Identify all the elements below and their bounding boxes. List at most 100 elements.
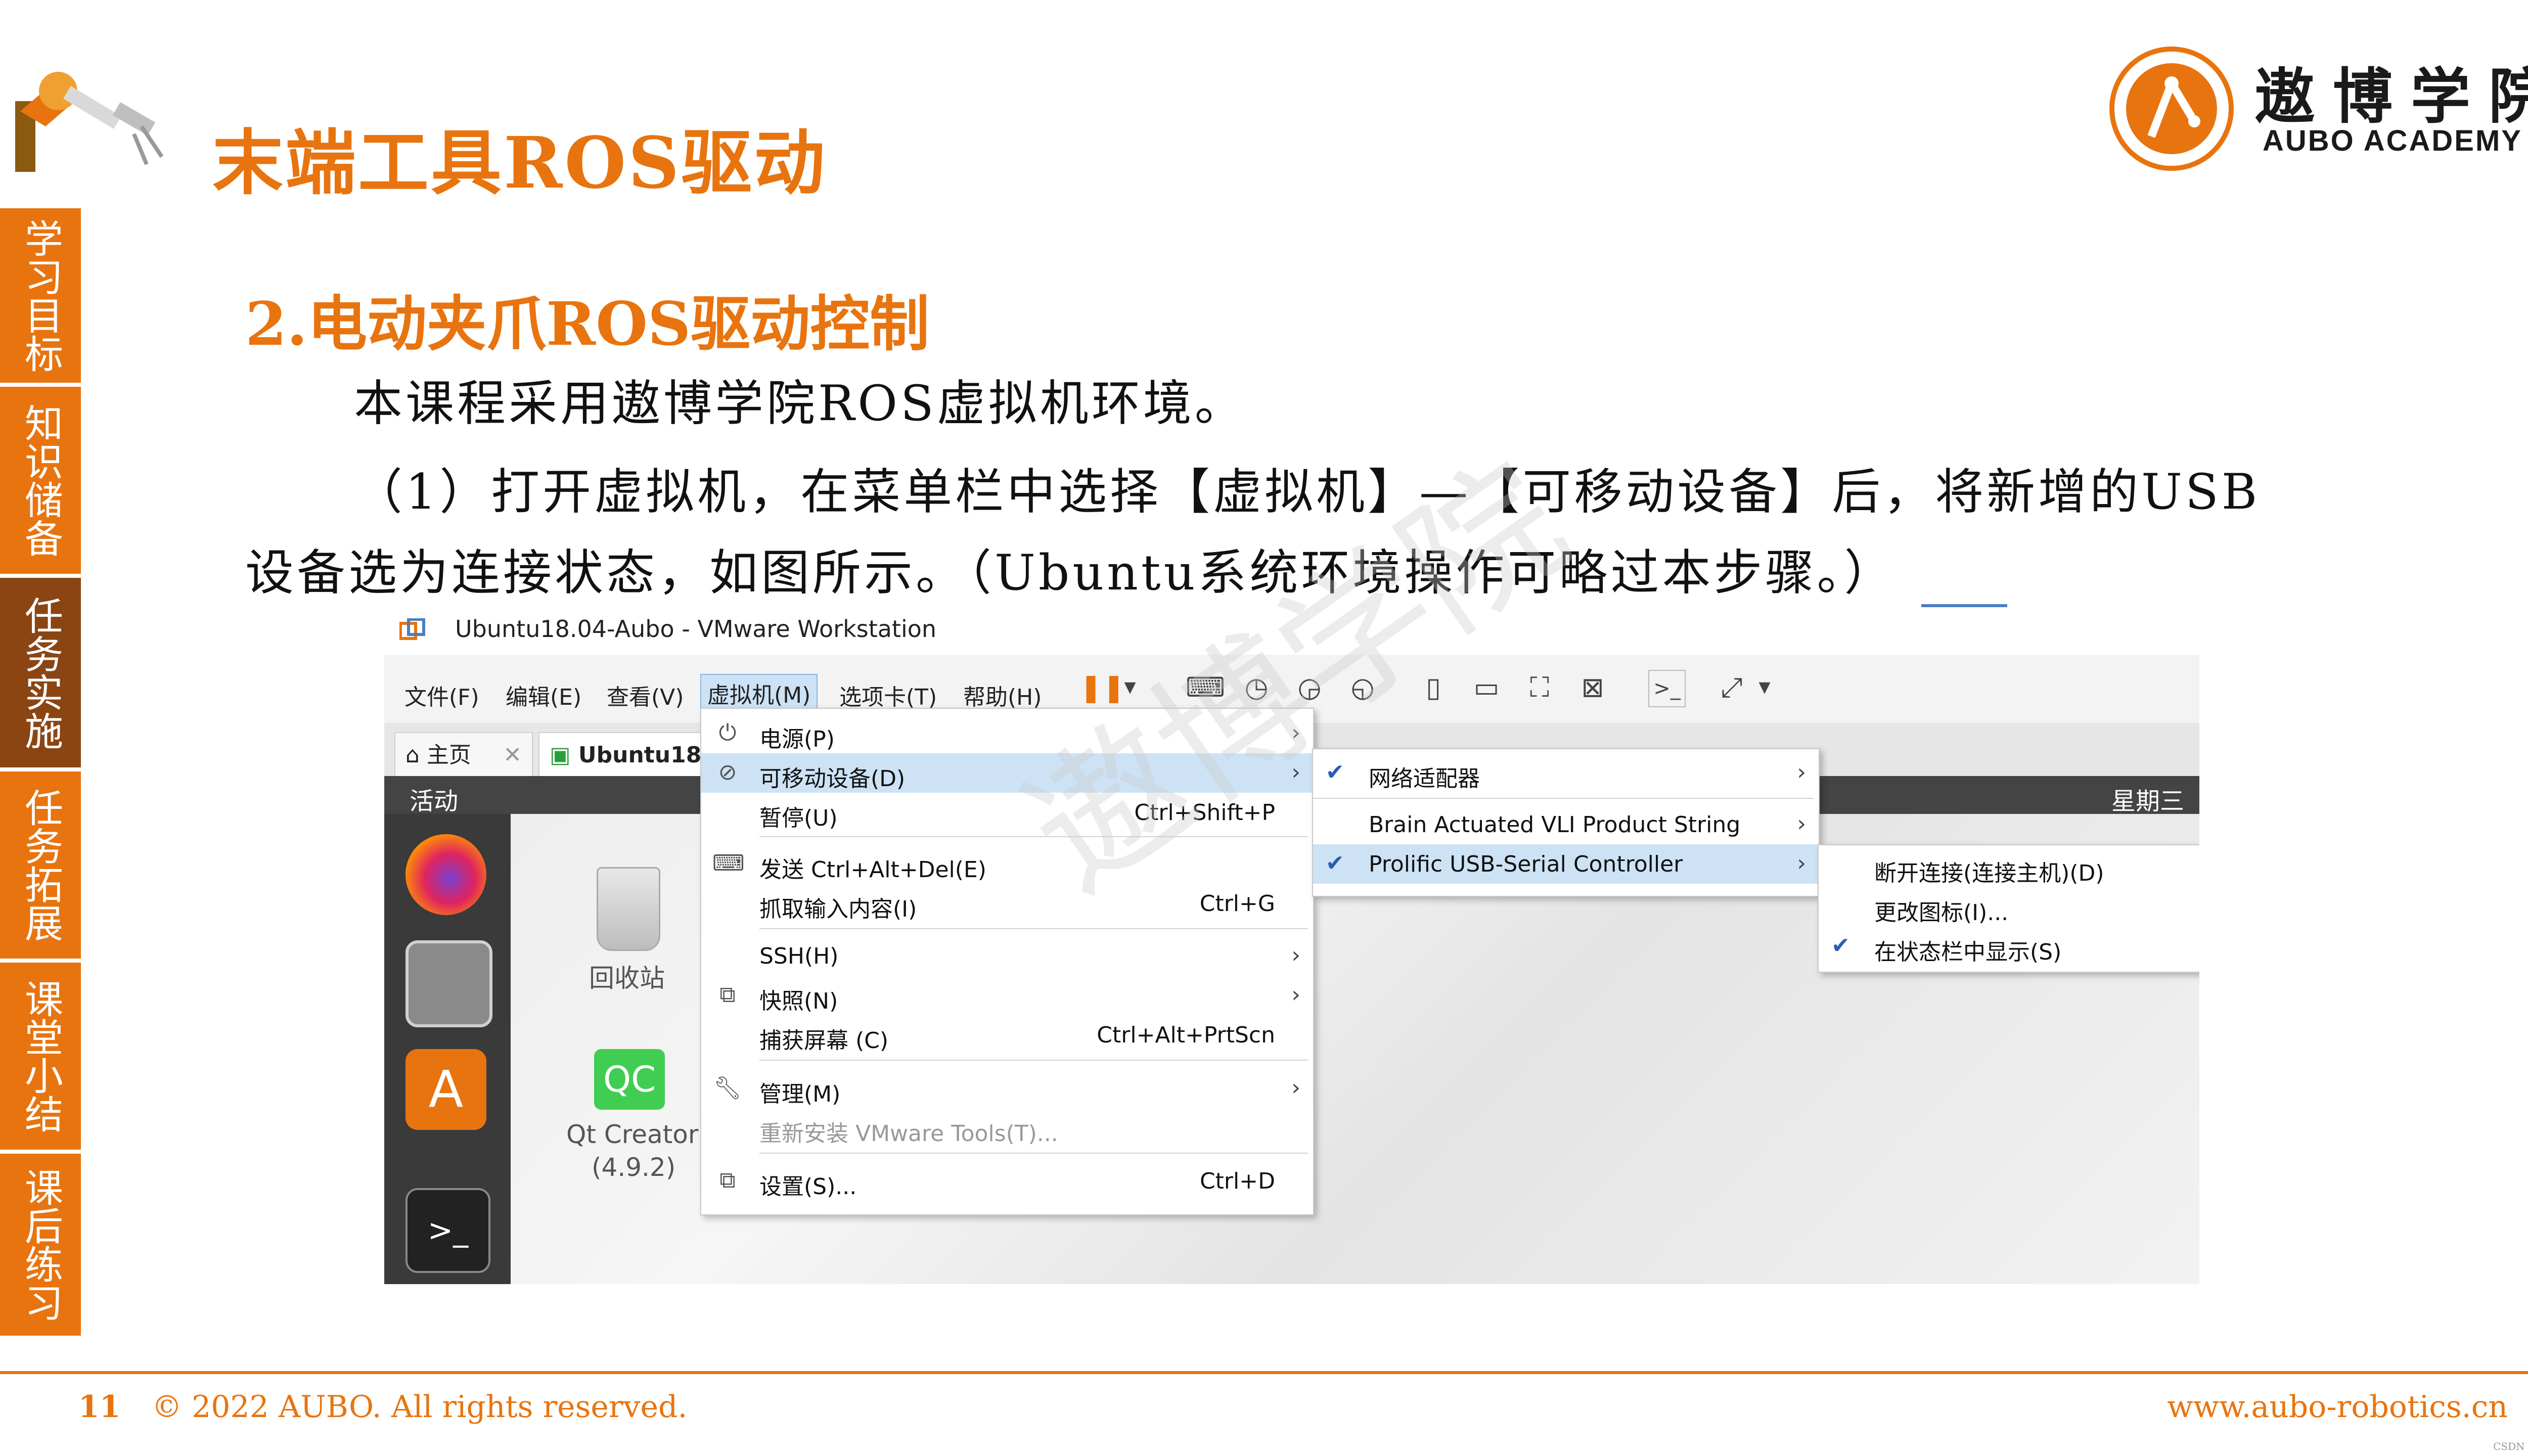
removable-devices-submenu: ✔ 网络适配器 › Brain Actuated VLI Product Str… (1312, 748, 1820, 897)
snapshot-icon: ⧉ (719, 982, 736, 1008)
menu-vm[interactable]: 虚拟机(M) (700, 674, 818, 712)
sidebar-item-learning-goals[interactable]: 学习目标 (0, 208, 81, 383)
qt-creator-label: Qt Creator (566, 1120, 699, 1149)
menu-item-label: SSH(H) (759, 943, 839, 969)
menu-item-grab-input[interactable]: 抓取输入内容(I) Ctrl+G (701, 884, 1313, 923)
chevron-down-icon[interactable]: ▼ (1747, 670, 1782, 705)
vm-window-title: Ubuntu18.04-Aubo - VMware Workstation (455, 615, 937, 643)
menu-item-reinstall-tools: 重新安装 VMware Tools(T)... (701, 1108, 1313, 1148)
console-view-icon[interactable]: >_ (1648, 670, 1686, 707)
window-accent-line (1921, 604, 2007, 607)
sidebar-item-task-implementation[interactable]: 任务实施 (0, 578, 81, 767)
menu-item-disconnect[interactable]: 断开连接(连接主机)(D) (1819, 848, 2199, 887)
chevron-right-icon: › (1797, 850, 1806, 876)
menu-item-label: 可移动设备(D) (759, 766, 906, 792)
trash-label: 回收站 (589, 964, 665, 993)
menu-file[interactable]: 文件(F) (404, 679, 479, 711)
section-sidebar: 学习目标 知识储备 任务实施 任务拓展 课堂小结 课后练习 (0, 208, 81, 1340)
device-submenu: 断开连接(连接主机)(D) 更改图标(I)... ✔ 在状态栏中显示(S) (1818, 844, 2199, 973)
menu-item-label: 发送 Ctrl+Alt+Del(E) (759, 857, 986, 883)
menu-item-show-in-statusbar[interactable]: ✔ 在状态栏中显示(S) (1819, 927, 2199, 966)
tab-ubuntu[interactable]: ▣ Ubuntu18. (538, 732, 710, 777)
menu-item-label: 管理(M) (759, 1081, 841, 1107)
menu-item-label: 电源(P) (759, 726, 835, 752)
menu-separator (759, 1060, 1308, 1061)
tab-home[interactable]: ⌂ 主页 ✕ (394, 732, 533, 777)
menu-item-label: 抓取输入内容(I) (759, 896, 917, 922)
close-icon[interactable]: ✕ (503, 733, 522, 777)
vmware-app-icon (399, 618, 425, 640)
menu-item-label: 网络适配器 (1369, 766, 1480, 792)
terminal-icon[interactable]: >_ (405, 1188, 490, 1273)
menu-item-label: 更改图标(I)... (1874, 900, 2009, 926)
menu-item-label: Prolific USB-Serial Controller (1369, 851, 1683, 877)
trash-icon[interactable] (597, 867, 660, 951)
footer-divider (0, 1371, 2528, 1374)
menu-item-brain-actuated[interactable]: Brain Actuated VLI Product String › (1313, 805, 1819, 844)
software-center-icon[interactable]: A (405, 1049, 486, 1130)
menu-item-prolific-usb-serial[interactable]: ✔ Prolific USB-Serial Controller › (1313, 844, 1819, 884)
qt-badge-text: QC (603, 1059, 656, 1100)
menu-view[interactable]: 查看(V) (607, 679, 684, 711)
menu-item-label: 设置(S)... (759, 1174, 857, 1200)
menu-item-label: 重新安装 VMware Tools(T)... (759, 1121, 1058, 1147)
sidebar-item-label: 学习目标 (18, 218, 63, 373)
removable-device-icon: ⊘ (718, 759, 737, 785)
menu-item-label: 快照(N) (759, 988, 838, 1014)
aubo-logo-emblem (2109, 47, 2234, 171)
vm-running-icon: ▣ (550, 742, 578, 768)
stretch-icon[interactable]: ⤢ (1714, 670, 1749, 705)
menu-item-label: Brain Actuated VLI Product String (1369, 812, 1741, 838)
menu-item-shortcut: Ctrl+Alt+PrtScn (1097, 1022, 1275, 1048)
send-keys-icon: ⌨ (712, 850, 745, 876)
power-icon: ⏻ (718, 720, 737, 746)
menu-item-label: 捕获屏幕 (C) (759, 1028, 889, 1054)
sidebar-item-label: 课后练习 (18, 1168, 63, 1322)
settings-icon: ⧉ (719, 1167, 736, 1193)
chevron-right-icon: › (1291, 982, 1300, 1008)
slide-title: 末端工具ROS驱动 (212, 122, 827, 205)
chevron-right-icon: › (1291, 942, 1300, 968)
menu-separator (759, 928, 1308, 929)
menu-item-capture-screen[interactable]: 捕获屏幕 (C) Ctrl+Alt+PrtScn (701, 1015, 1313, 1055)
sidebar-item-knowledge[interactable]: 知识储备 (0, 387, 81, 574)
menu-item-label: 在状态栏中显示(S) (1874, 939, 2062, 965)
sidebar-item-label: 任务拓展 (18, 788, 63, 942)
menu-item-send-ctrl-alt-del[interactable]: ⌨ 发送 Ctrl+Alt+Del(E) (701, 844, 1313, 884)
menu-item-label: 暂停(U) (759, 805, 838, 831)
paragraph-step1-line1: （1）打开虚拟机，在菜单栏中选择【虚拟机】—【可移动设备】后，将新增的USB (354, 464, 2261, 520)
firefox-icon[interactable] (405, 834, 486, 915)
ubuntu-dock: A >_ (384, 814, 511, 1284)
sidebar-item-label: 知识储备 (18, 403, 63, 557)
menu-item-ssh[interactable]: SSH(H) › (701, 936, 1313, 976)
sidebar-item-task-extension[interactable]: 任务拓展 (0, 771, 81, 959)
paragraph-intro: 本课程采用遨博学院ROS虚拟机环境。 (354, 375, 1246, 432)
unity-icon[interactable]: ⊠ (1575, 670, 1610, 705)
page-number: 11 (78, 1389, 121, 1425)
menu-item-settings[interactable]: ⧉ 设置(S)... Ctrl+D (701, 1161, 1313, 1201)
menu-help[interactable]: 帮助(H) (963, 679, 1042, 711)
sidebar-item-summary[interactable]: 课堂小结 (0, 963, 81, 1150)
sidebar-item-exercises[interactable]: 课后练习 (0, 1154, 81, 1336)
footer-url[interactable]: www.aubo-robotics.cn (2167, 1389, 2508, 1425)
qt-creator-icon[interactable]: QC (594, 1049, 665, 1110)
fullscreen-icon[interactable]: ⛶ (1522, 670, 1557, 705)
menu-edit[interactable]: 编辑(E) (506, 679, 581, 711)
clock[interactable]: 星期三 (2111, 781, 2184, 816)
menu-item-change-icon[interactable]: 更改图标(I)... (1819, 887, 2199, 927)
activities-button[interactable]: 活动 (410, 781, 458, 816)
menu-tabs[interactable]: 选项卡(T) (839, 679, 937, 711)
menu-item-shortcut: Ctrl+G (1199, 891, 1275, 917)
section-heading: 2.电动夹爪ROS驱动控制 (245, 289, 930, 359)
menu-item-label: 断开连接(连接主机)(D) (1874, 860, 2104, 886)
chevron-right-icon: › (1797, 811, 1806, 837)
files-icon[interactable] (405, 940, 492, 1027)
paragraph-step1-line2: 设备选为连接状态，如图所示。（Ubuntu系统环境操作可略过本步骤。） (245, 544, 1896, 601)
menu-item-snapshot[interactable]: ⧉ 快照(N) › (701, 976, 1313, 1015)
menu-item-network-adapter[interactable]: ✔ 网络适配器 › (1313, 753, 1819, 793)
menu-item-manage[interactable]: 🔧︎ 管理(M) › (701, 1069, 1313, 1108)
source-mark: CSDN @遨博学院 (2493, 1440, 2528, 1452)
logo-text-cn: 遨博学院 (2255, 61, 2528, 131)
thumbnail-icon[interactable]: ▭ (1469, 670, 1504, 705)
qt-creator-version: (4.9.2) (592, 1153, 676, 1182)
